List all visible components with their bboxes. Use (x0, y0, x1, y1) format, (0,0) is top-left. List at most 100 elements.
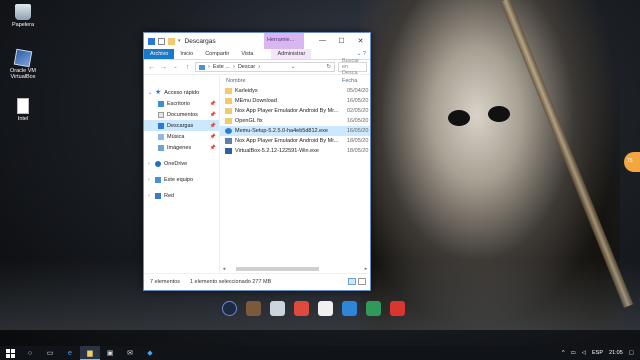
dock-app-icon[interactable] (366, 301, 381, 316)
window-title: Descargas (184, 37, 216, 45)
edge-icon[interactable]: e (60, 346, 80, 360)
task-view-icon[interactable]: ▭ (40, 346, 60, 360)
tab-administrar[interactable]: Administrar (271, 49, 312, 59)
nav-item-escritorio[interactable]: Escritorio 📌 (144, 98, 219, 109)
tab-archivo[interactable]: Archivo (144, 49, 175, 59)
large-icons-view-icon[interactable] (358, 278, 366, 285)
folder-icon (225, 98, 232, 104)
file-row[interactable]: MEmu Download 16/05/20 (220, 96, 370, 106)
scroll-right-icon[interactable]: ▸ (362, 266, 370, 272)
title-bar: ▾ Descargas Herramie... — ☐ ✕ (144, 33, 370, 49)
chevron-right-icon[interactable]: › (148, 177, 152, 183)
scroll-thumb[interactable] (236, 267, 319, 271)
desktop-icon-label: Intel (17, 116, 29, 122)
pin-icon[interactable]: 📌 (210, 101, 216, 107)
address-dropdown-icon[interactable]: ⌄ (291, 64, 296, 70)
notifications-icon[interactable]: ▢ (629, 350, 634, 356)
tab-vista[interactable]: Vista (235, 49, 259, 59)
search-placeholder: Buscar en Desca (342, 58, 360, 76)
file-row[interactable]: Nox App Player Emulador Android By Mr...… (220, 106, 370, 116)
details-view-icon[interactable] (348, 278, 356, 285)
horizontal-scrollbar[interactable]: ◂ ▸ (220, 265, 370, 273)
nav-label: Descargas (167, 122, 194, 129)
chevron-down-icon[interactable]: ▾ (178, 38, 181, 44)
nav-item-este-equipo[interactable]: › Este equipo (144, 174, 219, 185)
file-row[interactable]: Nox App Player Emulador Android By Mr...… (220, 136, 370, 146)
start-button[interactable] (0, 346, 20, 360)
download-arrow-icon[interactable] (148, 37, 155, 45)
downloads-icon (158, 122, 164, 129)
pin-icon[interactable]: 📌 (210, 123, 216, 129)
network-tray-icon[interactable]: ▭ (571, 350, 576, 356)
file-date: 02/05/20 (347, 108, 369, 114)
search-icon[interactable]: ○ (20, 346, 40, 360)
nav-item-descargas[interactable]: Descargas 📌 (144, 120, 219, 131)
dock-app-icon[interactable] (342, 301, 357, 316)
forward-arrow-icon[interactable]: → (159, 64, 168, 71)
tab-inicio[interactable]: Inicio (174, 49, 199, 59)
breadcrumb-este-equipo[interactable]: Este ... (213, 64, 230, 70)
system-tray: ^ ▭ ◁ ESP 21:05 ▢ (562, 350, 640, 356)
nav-item-documentos[interactable]: Documentos 📌 (144, 109, 219, 120)
file-row[interactable]: OpenGL fix 16/05/20 (220, 116, 370, 126)
dock-app-icon[interactable] (294, 301, 309, 316)
search-input[interactable]: Buscar en Desca (338, 58, 367, 76)
desktop-icon-label: Papelera (11, 22, 35, 28)
chevron-down-icon[interactable]: ⌄ (148, 90, 152, 96)
language-indicator[interactable]: ESP (592, 350, 603, 356)
file-row-selected[interactable]: Memu-Setup-5.2.5.0-ha4eb5d812.exe 16/05/… (220, 126, 370, 136)
minimize-icon[interactable]: — (313, 37, 332, 45)
file-row[interactable]: VirtualBox-5.2.12-122591-Win.exe 18/05/2… (220, 146, 370, 156)
nav-item-red[interactable]: › Red (144, 190, 219, 201)
file-explorer-taskbar-icon[interactable]: ▆ (80, 346, 100, 360)
file-date: 16/05/20 (347, 128, 369, 134)
new-folder-icon[interactable] (168, 37, 175, 45)
desktop-icon-recycle-bin[interactable]: Papelera (4, 4, 42, 28)
nav-label: Música (167, 133, 185, 140)
maximize-icon[interactable]: ☐ (332, 37, 351, 45)
volume-icon[interactable]: ◁ (582, 350, 586, 356)
dock-app-icon[interactable] (246, 301, 261, 316)
navigation-pane: ⌄ ★ Acceso rápido Escritorio 📌 Documento… (144, 75, 220, 273)
nav-item-quick-access[interactable]: ⌄ ★ Acceso rápido (144, 87, 219, 98)
desktop-icon-intel[interactable]: Intel (4, 98, 42, 122)
pin-icon[interactable]: 📌 (210, 112, 216, 118)
back-arrow-icon[interactable]: ← (147, 64, 156, 71)
dock-app-icon[interactable] (222, 301, 237, 316)
nav-item-musica[interactable]: Música 📌 (144, 131, 219, 142)
nav-item-onedrive[interactable]: › OneDrive (144, 158, 219, 169)
up-arrow-icon[interactable]: ↑ (183, 64, 192, 71)
dock-app-icon[interactable] (390, 301, 405, 316)
scroll-left-icon[interactable]: ◂ (220, 266, 228, 272)
tab-compartir[interactable]: Compartir (199, 49, 235, 59)
pin-icon[interactable]: 📌 (210, 145, 216, 151)
chevron-right-icon[interactable]: › (148, 161, 152, 167)
file-row[interactable]: Karleidys 05/04/20 (220, 86, 370, 96)
breadcrumb-separator-icon: › (208, 64, 210, 70)
close-icon[interactable]: ✕ (351, 37, 370, 45)
app-icon[interactable]: ◆ (140, 346, 160, 360)
chevron-right-icon[interactable]: › (148, 193, 152, 199)
dock-app-icon[interactable] (318, 301, 333, 316)
breadcrumb-descargas[interactable]: Descar (238, 64, 255, 70)
scroll-track[interactable] (236, 267, 354, 271)
recent-chevron-icon[interactable]: ⌄ (171, 64, 180, 70)
refresh-icon[interactable]: ↻ (326, 64, 331, 70)
nav-item-imagenes[interactable]: Imágenes 📌 (144, 142, 219, 153)
clock[interactable]: 21:05 (609, 350, 623, 356)
properties-icon[interactable] (158, 37, 165, 45)
address-bar[interactable]: › Este ... › Descar › ⌄ ↻ (195, 62, 335, 72)
pictures-icon (158, 144, 164, 151)
column-header-date[interactable]: Fecha (340, 78, 357, 84)
mail-icon[interactable]: ✉ (120, 346, 140, 360)
desktop-icon-virtualbox[interactable]: Oracle VM VirtualBox (4, 48, 42, 80)
pin-icon[interactable]: 📌 (210, 134, 216, 140)
file-date: 16/05/20 (347, 118, 369, 124)
side-badge[interactable]: 75 (624, 152, 640, 172)
status-bar: 7 elementos 1 elemento seleccionado 277 … (144, 273, 370, 289)
dock-app-icon[interactable] (270, 301, 285, 316)
store-icon[interactable]: ▣ (100, 346, 120, 360)
tray-chevron-icon[interactable]: ^ (562, 350, 565, 356)
column-header-name[interactable]: Nombre (220, 78, 340, 84)
tools-context-tab[interactable]: Herramie... (264, 33, 304, 49)
